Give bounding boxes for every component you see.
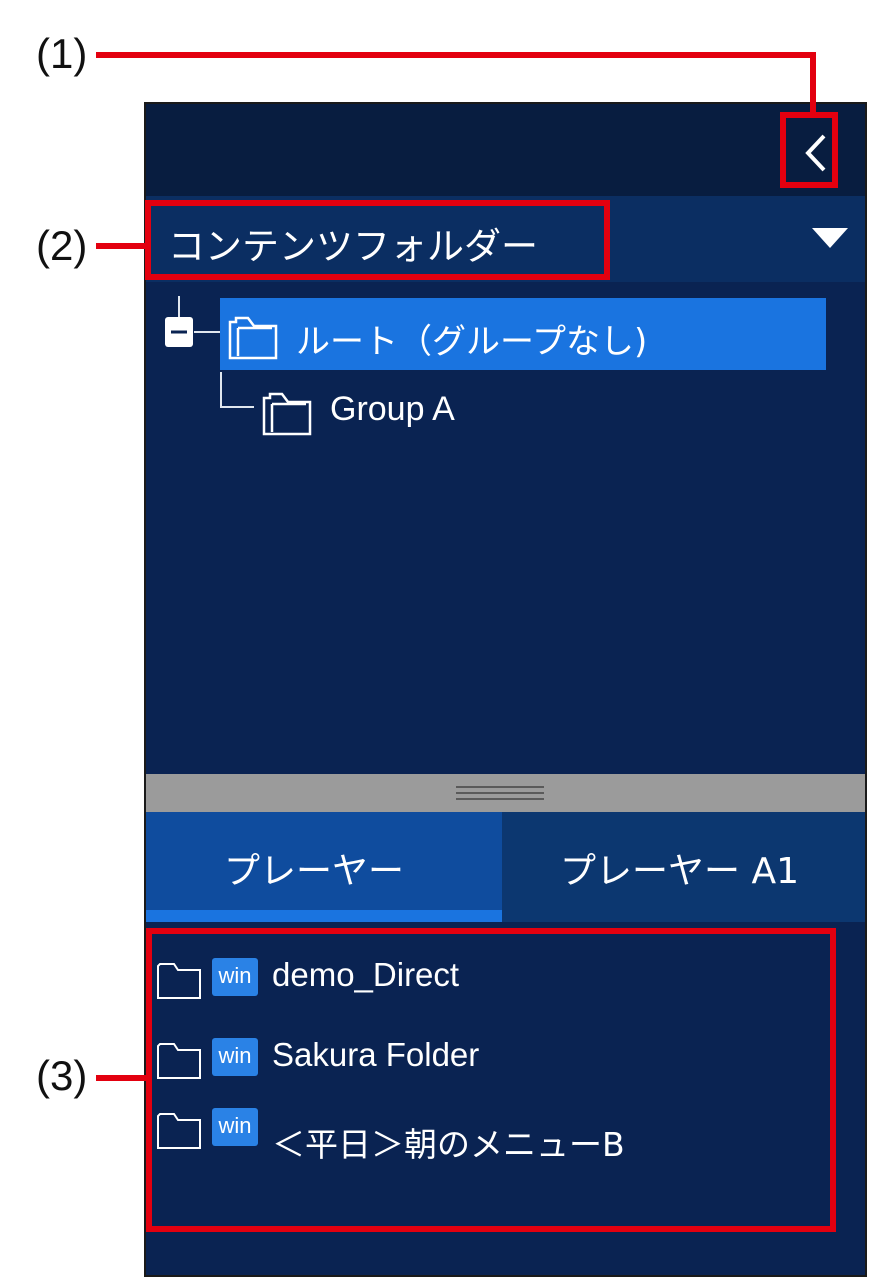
grip-icon xyxy=(456,786,544,800)
tab-player-a1[interactable]: プレーヤー A1 xyxy=(502,812,865,922)
player-tabs: プレーヤー プレーヤー A1 xyxy=(146,812,865,922)
tree-line-branch xyxy=(194,331,222,333)
panel-splitter[interactable] xyxy=(146,774,865,812)
tree-line-top xyxy=(178,296,180,318)
folder-icon xyxy=(262,392,312,436)
folder-dropdown-button[interactable] xyxy=(810,222,850,254)
tab-player-label: プレーヤー xyxy=(224,851,405,892)
callout-box-1 xyxy=(780,112,838,188)
callout-label-3: (3) xyxy=(36,1052,88,1099)
callout-line-1 xyxy=(96,52,816,58)
dropdown-triangle-icon xyxy=(812,228,848,248)
panel-topbar xyxy=(146,104,865,196)
callout-line-2 xyxy=(96,243,148,249)
callout-box-3 xyxy=(146,928,836,1232)
callout-line-1-drop xyxy=(810,52,816,116)
tab-player-a1-label: プレーヤー A1 xyxy=(560,851,799,892)
tree-item-group-a[interactable]: Group A xyxy=(256,384,496,440)
tree-item-group-a-label: Group A xyxy=(330,390,455,428)
callout-line-3 xyxy=(96,1075,150,1081)
callout-label-2: (2) xyxy=(36,222,88,269)
callout-box-2 xyxy=(145,200,610,280)
callout-label-1: (1) xyxy=(36,30,88,77)
tree-line-child-v xyxy=(220,372,222,408)
collapse-node-icon[interactable] xyxy=(164,316,194,348)
tab-player[interactable]: プレーヤー xyxy=(146,812,502,922)
folder-icon xyxy=(228,316,278,360)
tree-line-child-h xyxy=(220,406,254,408)
tab-active-indicator xyxy=(146,910,502,922)
tree-item-root-label: ルート（グループなし) xyxy=(296,322,648,362)
